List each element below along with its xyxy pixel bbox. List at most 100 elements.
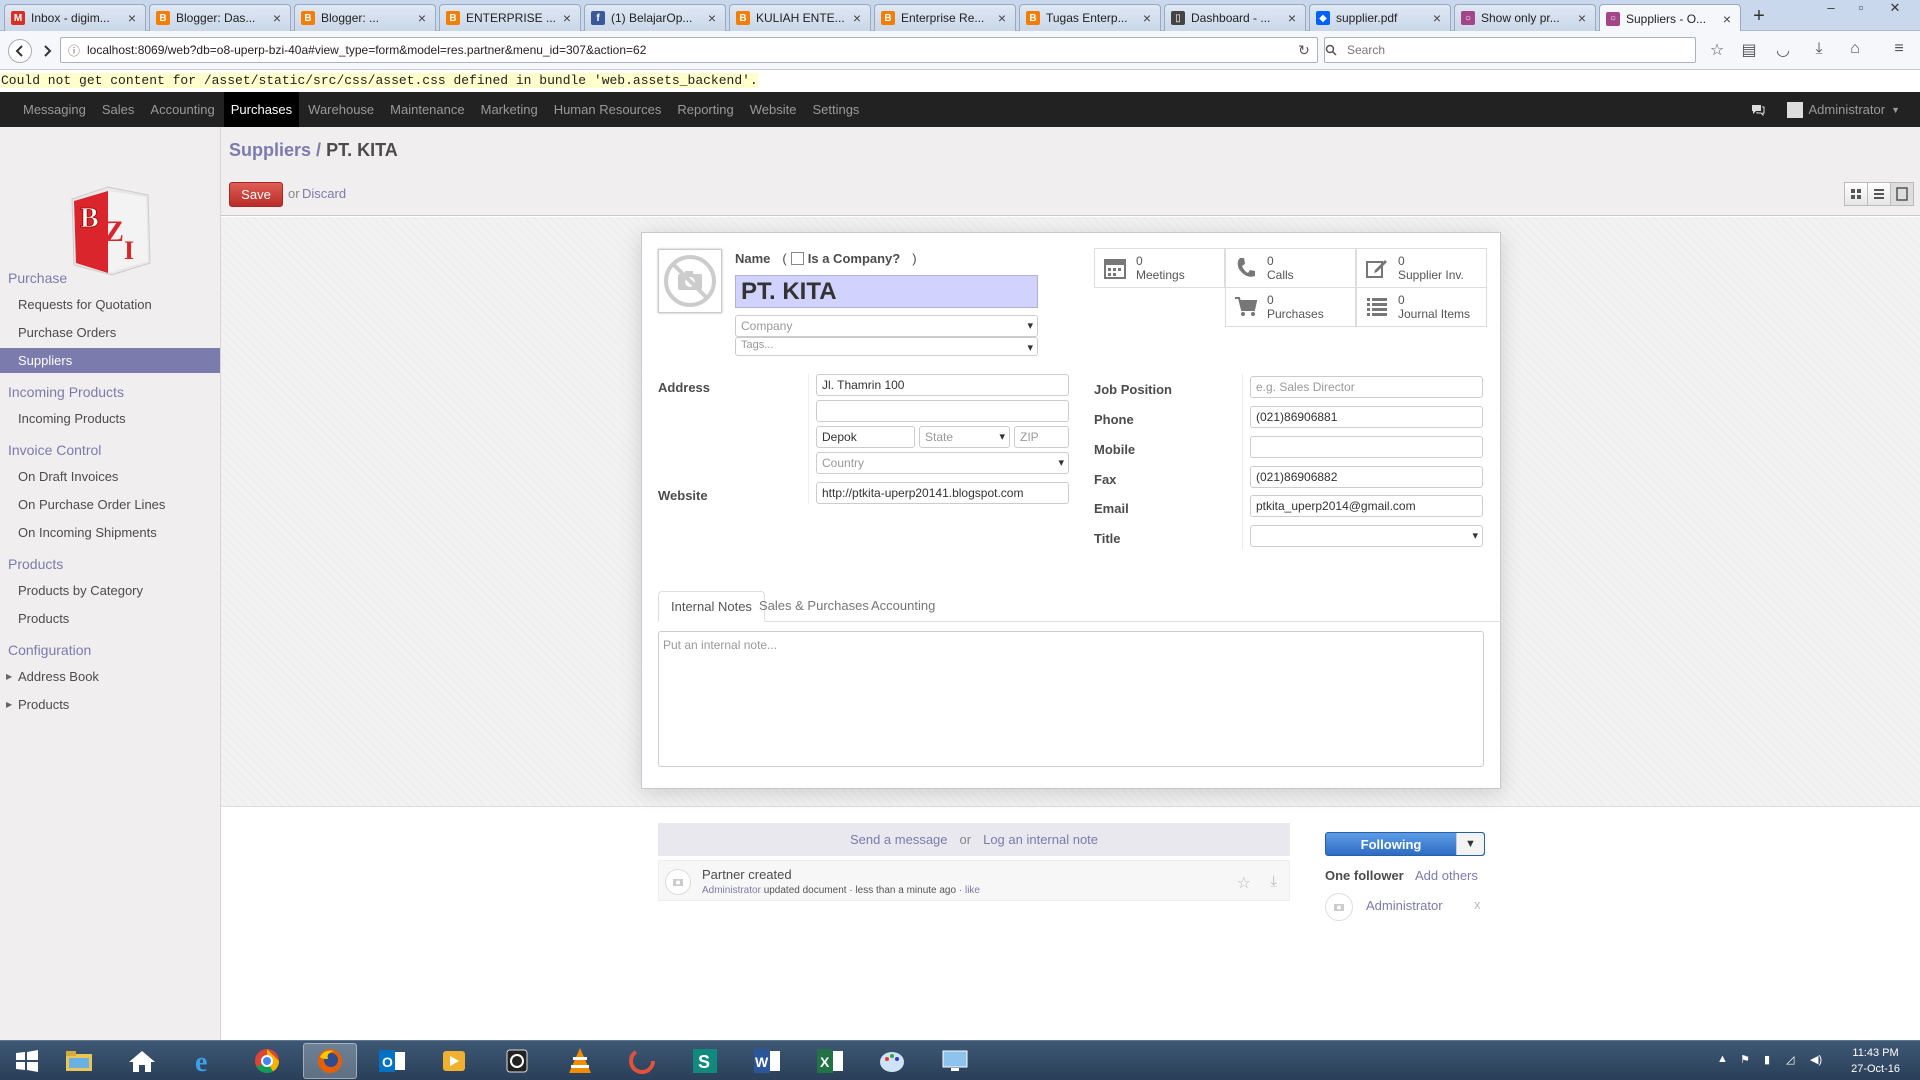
following-label[interactable]: Following	[1326, 833, 1456, 855]
file-explorer-icon[interactable]	[52, 1043, 106, 1079]
new-tab-button[interactable]: +	[1748, 5, 1770, 28]
website-input[interactable]: http://ptkita-uperp20141.blogspot.com	[816, 482, 1069, 504]
excel-icon[interactable]: X	[803, 1043, 857, 1079]
close-tab-icon[interactable]: ×	[850, 10, 864, 26]
add-others-link[interactable]: Add others	[1415, 868, 1478, 883]
list-view-button[interactable]	[1867, 182, 1891, 206]
kanban-view-button[interactable]	[1844, 182, 1868, 206]
forward-button[interactable]	[35, 39, 59, 63]
outlook-icon[interactable]: O	[365, 1043, 419, 1079]
form-view-button[interactable]	[1890, 182, 1914, 206]
firefox-icon[interactable]	[303, 1043, 357, 1079]
stat-button-purchases[interactable]: 0 Purchases	[1225, 287, 1356, 327]
message-author[interactable]: Administrator	[702, 885, 761, 896]
phone-input[interactable]: (021)86906881	[1250, 406, 1483, 428]
close-tab-icon[interactable]: ×	[1430, 10, 1444, 26]
info-icon[interactable]: ⓘ	[61, 42, 87, 59]
word-icon[interactable]: W	[740, 1043, 794, 1079]
volume-icon[interactable]: ◀)	[1810, 1053, 1822, 1066]
following-button[interactable]: Following ▼	[1325, 832, 1485, 856]
home-icon[interactable]: ⌂	[1844, 40, 1866, 62]
app-icon[interactable]	[615, 1043, 669, 1079]
stat-button-journal-items[interactable]: 0 Journal Items	[1356, 287, 1487, 327]
browser-tab[interactable]: B Enterprise Re... ×	[874, 4, 1016, 31]
city-input[interactable]: Depok	[816, 426, 915, 448]
partner-name-input[interactable]: PT. KITA	[735, 275, 1038, 308]
expand-arrow-icon[interactable]: ▶	[6, 664, 12, 689]
sidebar-item-products[interactable]: Products	[0, 606, 220, 631]
remote-desktop-icon[interactable]	[928, 1043, 982, 1079]
paint-icon[interactable]	[865, 1043, 919, 1079]
pocket-icon[interactable]: ◡	[1772, 40, 1794, 62]
inbox-icon[interactable]: ⤓	[1270, 873, 1277, 890]
top-menu-website[interactable]: Website	[743, 92, 804, 127]
top-menu-human-resources[interactable]: Human Resources	[547, 92, 669, 127]
sidebar-item-on-purchase-order-lines[interactable]: On Purchase Order Lines	[0, 492, 220, 517]
sidebar-item-address-book[interactable]: ▶ Address Book	[0, 664, 220, 689]
user-avatar[interactable]	[1786, 101, 1803, 118]
flag-icon[interactable]: ⚑	[1740, 1053, 1750, 1066]
restore-button[interactable]: ▫	[1846, 0, 1876, 15]
close-tab-icon[interactable]: ×	[1575, 10, 1589, 26]
browser-tab[interactable]: B Blogger: Das... ×	[149, 4, 291, 31]
send-message-link[interactable]: Send a message	[850, 832, 948, 847]
tags-input[interactable]: Tags...	[735, 337, 1038, 356]
top-menu-marketing[interactable]: Marketing	[474, 92, 545, 127]
vlc-icon[interactable]	[553, 1043, 607, 1079]
expand-arrow-icon[interactable]: ▶	[6, 692, 12, 717]
user-menu-caret-icon[interactable]: ▼	[1891, 105, 1900, 115]
mobile-input[interactable]	[1250, 436, 1483, 458]
top-menu-maintenance[interactable]: Maintenance	[383, 92, 471, 127]
partner-image[interactable]	[658, 249, 722, 313]
network-icon[interactable]: ◿	[1786, 1053, 1794, 1066]
sidebar-item-purchase-orders[interactable]: Purchase Orders	[0, 320, 220, 345]
battery-icon[interactable]: ▮	[1764, 1053, 1770, 1066]
reload-icon[interactable]: ↻	[1291, 42, 1317, 59]
sidebar-item-requests-for-quotation[interactable]: Requests for Quotation	[0, 292, 220, 317]
home-taskbar-icon[interactable]	[115, 1043, 169, 1079]
browser-tab[interactable]: B ENTERPRISE ... ×	[439, 4, 581, 31]
log-note-link[interactable]: Log an internal note	[983, 832, 1098, 847]
chrome-icon[interactable]	[240, 1043, 294, 1079]
download-icon[interactable]: ⤓	[1808, 40, 1830, 62]
url-bar[interactable]: ⓘ localhost:8069/web?db=o8-uperp-bzi-40a…	[60, 37, 1318, 63]
title-select[interactable]	[1250, 525, 1483, 547]
browser-tab[interactable]: B Blogger: ... ×	[294, 4, 436, 31]
discard-button[interactable]: Discard	[302, 186, 346, 201]
sway-icon[interactable]: S	[678, 1043, 732, 1079]
internet-explorer-icon[interactable]: e	[178, 1043, 232, 1079]
sidebar-item-suppliers[interactable]: Suppliers	[0, 348, 220, 373]
close-tab-icon[interactable]: ×	[270, 10, 284, 26]
close-tab-icon[interactable]: ×	[125, 10, 139, 26]
top-menu-settings[interactable]: Settings	[805, 92, 866, 127]
top-menu-messaging[interactable]: Messaging	[16, 92, 93, 127]
tab-accounting[interactable]: Accounting	[859, 591, 947, 622]
close-tab-icon[interactable]: ×	[995, 10, 1009, 26]
browser-tab[interactable]: M Inbox - digim... ×	[4, 4, 146, 31]
fax-input[interactable]: (021)86906882	[1250, 466, 1483, 488]
reading-list-icon[interactable]: ▤	[1738, 40, 1760, 62]
user-menu[interactable]: Administrator	[1809, 102, 1886, 117]
chat-icon[interactable]	[1751, 104, 1765, 116]
sidebar-item-products-by-category[interactable]: Products by Category	[0, 578, 220, 603]
breadcrumb-parent[interactable]: Suppliers	[229, 140, 311, 160]
close-tab-icon[interactable]: ×	[1285, 10, 1299, 26]
top-menu-purchases[interactable]: Purchases	[223, 92, 300, 127]
street2-input[interactable]	[816, 400, 1069, 422]
close-tab-icon[interactable]: ×	[705, 10, 719, 26]
sidebar-item-incoming-products[interactable]: Incoming Products	[0, 406, 220, 431]
like-link[interactable]: like	[965, 885, 980, 896]
browser-tab[interactable]: B KULIAH ENTE... ×	[729, 4, 871, 31]
top-menu-reporting[interactable]: Reporting	[670, 92, 740, 127]
top-menu-accounting[interactable]: Accounting	[143, 92, 221, 127]
start-button[interactable]	[0, 1043, 54, 1079]
browser-search-input[interactable]: Search	[1324, 37, 1696, 63]
state-select[interactable]: State	[919, 426, 1010, 448]
show-hidden-icons[interactable]: ▲	[1717, 1053, 1728, 1065]
follower-name[interactable]: Administrator	[1366, 898, 1443, 913]
remove-follower-button[interactable]: x	[1474, 897, 1481, 912]
browser-tab[interactable]: f (1) BelajarOp... ×	[584, 4, 726, 31]
close-tab-icon[interactable]: ×	[560, 10, 574, 26]
top-menu-warehouse[interactable]: Warehouse	[301, 92, 381, 127]
company-select[interactable]: Company	[735, 315, 1038, 337]
